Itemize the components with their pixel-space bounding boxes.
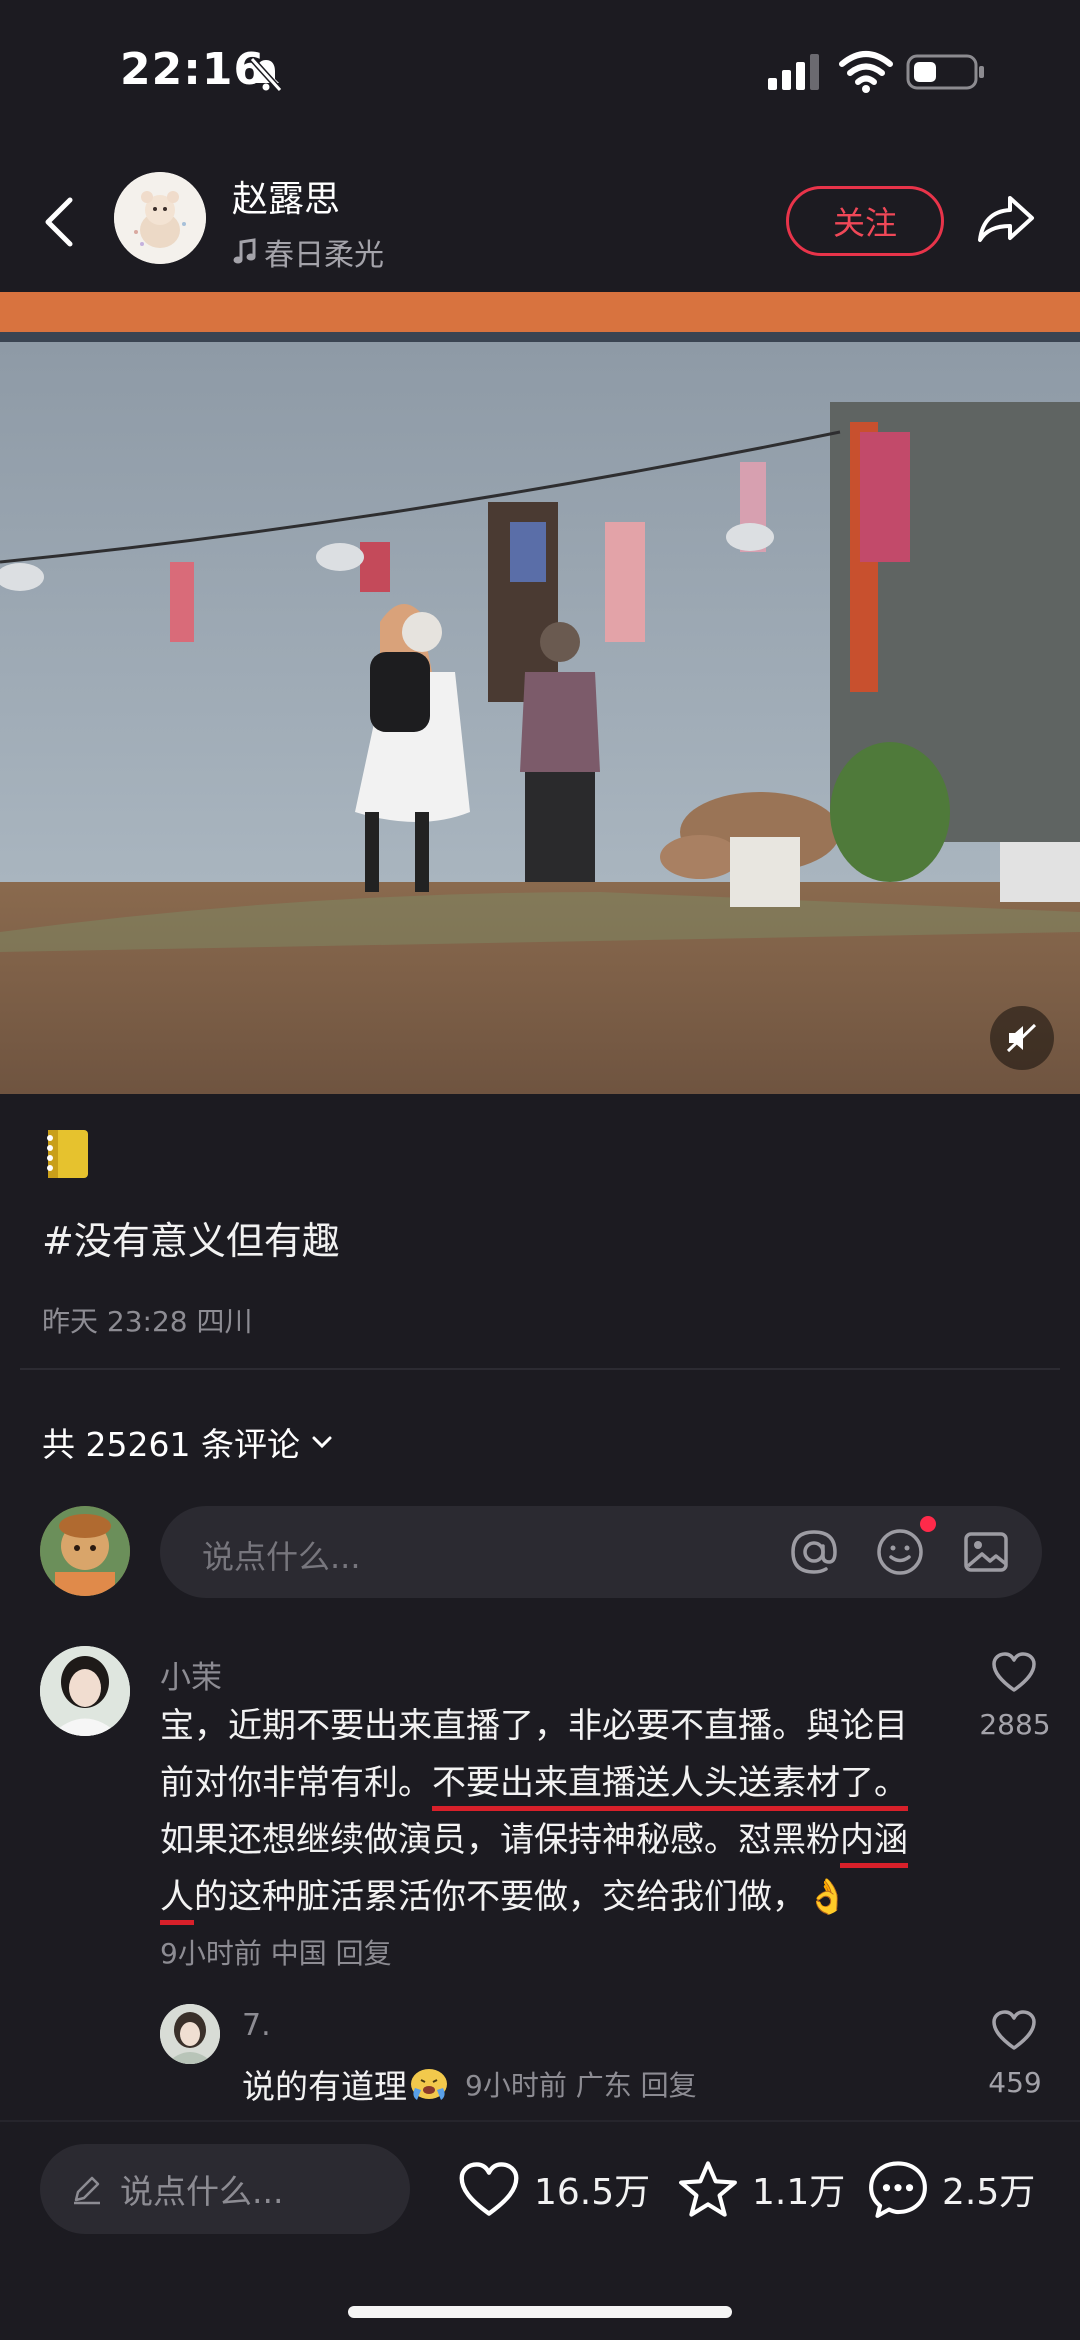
ok-hand-emoji: 👌 — [806, 1877, 849, 1917]
music-line[interactable]: 春日柔光 — [232, 230, 384, 274]
wifi-icon — [839, 51, 893, 93]
favorite-count: 1.1万 — [752, 2172, 846, 2213]
comment-text-underlined: 不要出来直播送人头送素材了。 — [432, 1763, 908, 1803]
emoji-icon[interactable] — [874, 1526, 926, 1578]
music-title: 春日柔光 — [264, 238, 384, 273]
comment-count-toggle[interactable]: 共 25261 条评论 — [42, 1418, 334, 1466]
like-button[interactable]: 16.5万 — [456, 2154, 650, 2224]
my-avatar — [40, 1506, 130, 1596]
status-time: 22:16 — [120, 44, 266, 95]
divider — [20, 1368, 1060, 1370]
bottom-input-placeholder: 说点什么... — [120, 2172, 284, 2211]
heart-icon[interactable] — [990, 2008, 1038, 2052]
at-icon[interactable] — [788, 1526, 840, 1578]
notification-dot — [920, 1516, 936, 1532]
pencil-icon — [74, 2176, 100, 2205]
reply-line[interactable]: 说的有道理 9小时前 广东 回复 — [242, 2060, 697, 2108]
post-meta: 昨天 23:28 四川 — [42, 1305, 253, 1338]
comment-button[interactable]: 2.5万 — [866, 2154, 1035, 2224]
author-name[interactable]: 赵露思 — [232, 170, 340, 222]
home-indicator — [348, 2306, 732, 2318]
image-icon[interactable] — [960, 1526, 1012, 1578]
back-icon[interactable] — [40, 194, 80, 250]
comment-body[interactable]: 宝，近期不要出来直播了，非必要不直播。與论目前对你非常有利。不要出来直播送人头送… — [160, 1698, 940, 1926]
mute-button[interactable] — [990, 1006, 1054, 1070]
comment-count-label: 共 25261 条评论 — [42, 1425, 300, 1464]
follow-button[interactable]: 关注 — [786, 186, 944, 256]
comment-meta[interactable]: 9小时前 中国 回复 — [160, 1932, 392, 1972]
music-note-icon — [233, 238, 256, 264]
favorite-button[interactable]: 1.1万 — [676, 2154, 845, 2224]
comment-bubble-icon — [869, 2161, 927, 2218]
post-hashtag-text[interactable]: #没有意义但有趣 — [42, 1210, 340, 1265]
commenter-avatar[interactable] — [40, 1646, 130, 1736]
bottom-comment-input[interactable]: 说点什么... — [40, 2144, 410, 2234]
author-avatar[interactable] — [114, 172, 206, 264]
post-photo[interactable] — [0, 292, 1080, 1094]
battery-icon — [906, 54, 984, 90]
heart-icon — [459, 2162, 519, 2216]
comment-input-placeholder: 说点什么... — [202, 1538, 361, 1576]
heart-icon[interactable] — [990, 1650, 1038, 1694]
comment-text-part: 如果还想继续做演员，请保持神秘感。怼黑粉 — [160, 1820, 840, 1860]
share-icon[interactable] — [976, 190, 1036, 246]
star-icon — [679, 2161, 737, 2217]
chevron-down-icon — [312, 1436, 332, 1449]
comment-count: 2.5万 — [942, 2172, 1036, 2213]
comment-text-part: 的这种脏活累活你不要做，交给我们做， — [194, 1877, 806, 1917]
reply-like-count: 459 — [988, 2066, 1042, 2099]
bell-muted-icon — [249, 56, 283, 93]
crying-emoji-icon — [411, 2069, 447, 2100]
comment-like-count: 2885 — [979, 1708, 1051, 1741]
like-count: 16.5万 — [534, 2172, 651, 2213]
reply-meta[interactable]: 9小时前 广东 回复 — [465, 2064, 697, 2104]
notebook-icon — [47, 1130, 88, 1178]
signal-icon — [768, 54, 819, 90]
speaker-muted-icon — [1006, 1023, 1037, 1053]
commenter-name[interactable]: 小茉 — [160, 1652, 222, 1697]
reply-body: 说的有道理 — [242, 2067, 407, 2106]
reply-user-name[interactable]: 7. — [242, 2008, 271, 2043]
reply-avatar[interactable] — [160, 2004, 220, 2064]
